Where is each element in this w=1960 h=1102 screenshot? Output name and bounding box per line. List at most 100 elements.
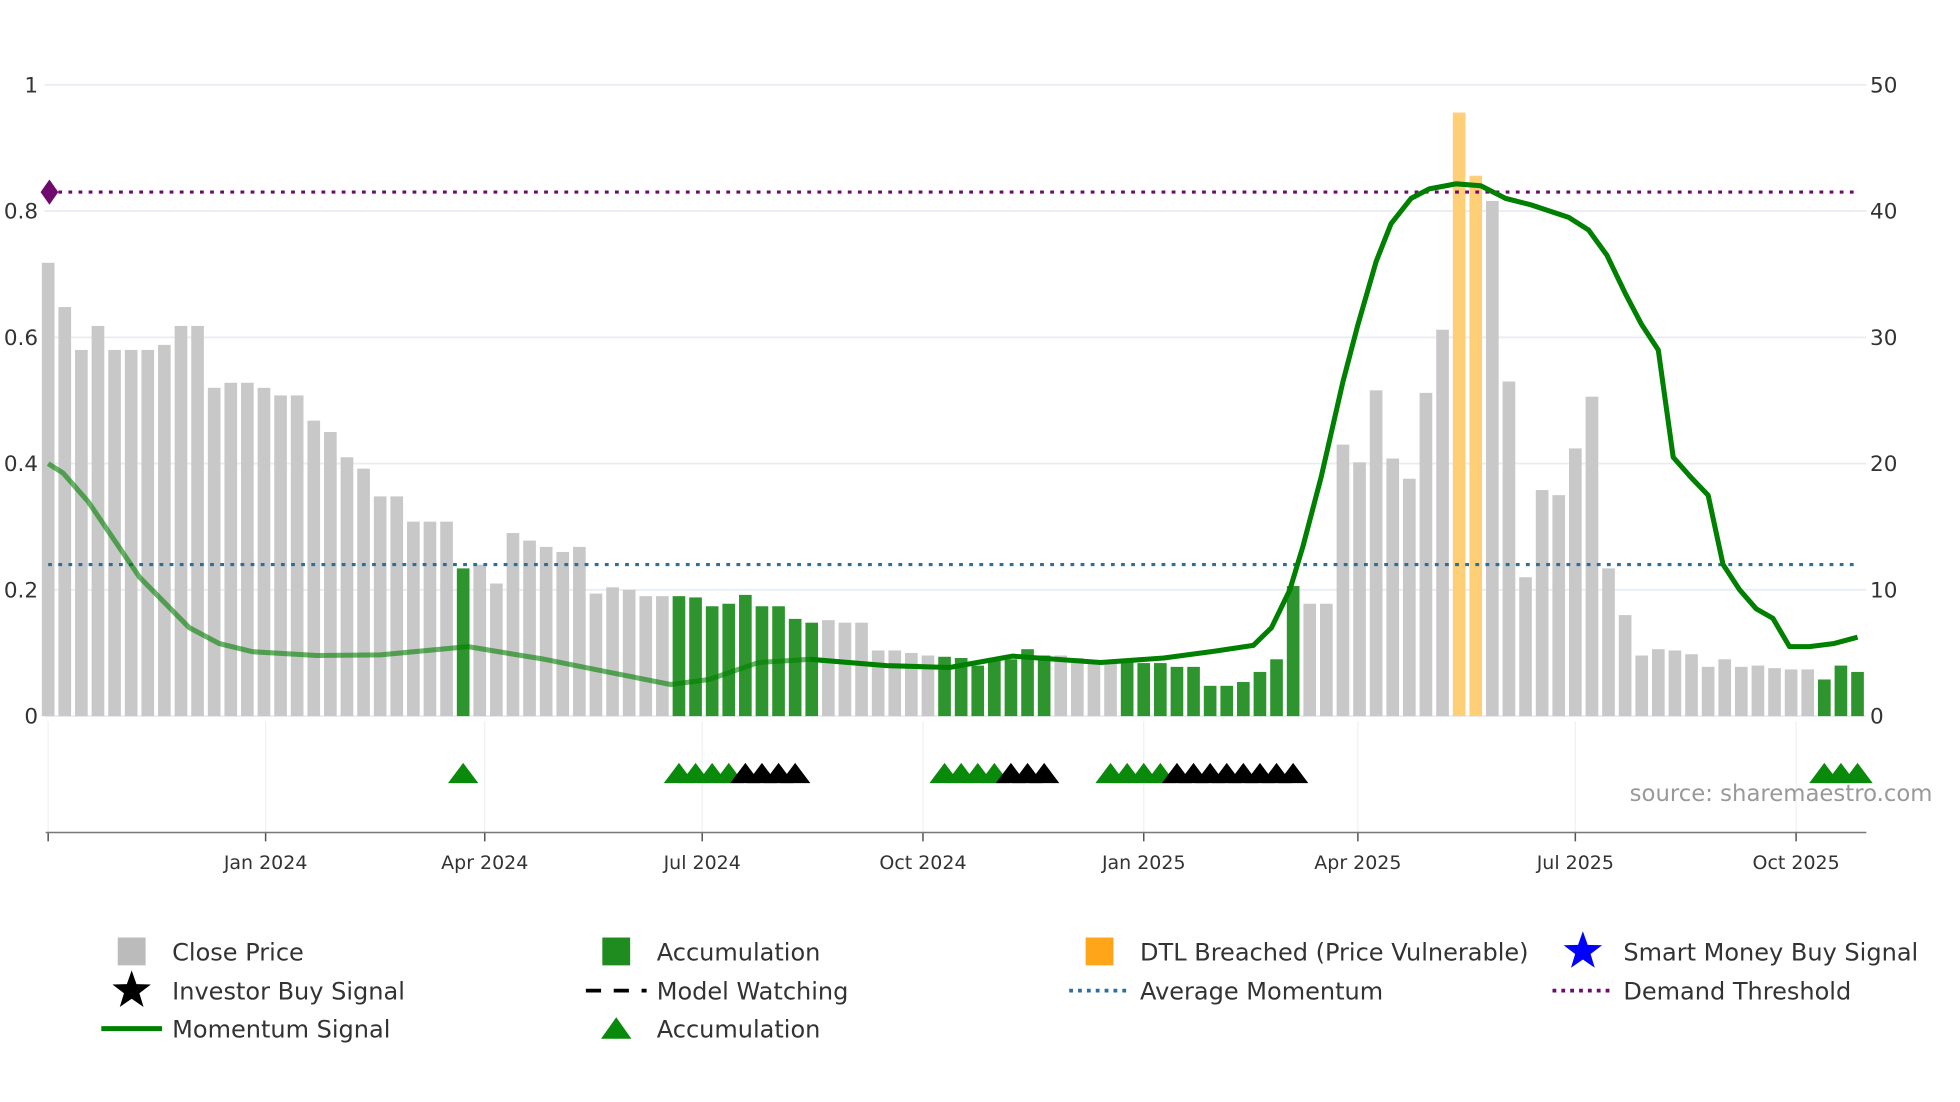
bars [41,112,1864,717]
bar-acc [1154,663,1167,717]
bar-close [1071,658,1084,717]
y-right-tick-label: 30 [1870,326,1897,351]
bar-close [390,496,404,717]
y-left-tick-label: 0 [24,705,38,730]
x-tick-label: Jul 2024 [663,852,741,874]
bar-close [41,262,55,717]
dtl-breached-swatch-icon [1085,937,1114,966]
bar-close [340,457,354,717]
bar-close [1054,655,1068,717]
y-left-tick-label: 0.2 [4,578,38,603]
bar-close [871,650,885,717]
bar-close [523,540,536,717]
bar-close [473,564,487,717]
legend-label: Model Watching [657,978,849,1006]
bar-dtl [1452,112,1466,717]
bar-close [606,587,619,717]
bar-acc [1004,659,1018,717]
bar-close [1801,669,1815,717]
x-tick-label: Jan 2025 [1101,852,1186,874]
bar-close [191,325,204,717]
bar-close [855,622,868,717]
legend-label: DTL Breached (Price Vulnerable) [1140,938,1529,966]
bar-acc [456,568,470,717]
x-tick-label: Apr 2024 [441,852,528,874]
bar-close [589,593,603,717]
legend-label: Accumulation [657,938,821,966]
accumulation-swatch-icon [602,937,631,966]
bar-close [1104,661,1117,717]
bar-close [1369,390,1383,717]
bar-acc [1187,666,1200,717]
bar-close [307,420,321,717]
bar-close [639,596,653,717]
investor-buy-star-icon [112,970,151,1007]
legend-label: Investor Buy Signal [172,978,405,1006]
bar-close [407,521,420,717]
bar-close [1386,458,1400,717]
bar-close [506,533,520,717]
x-tick-label: Jul 2025 [1536,852,1614,874]
smart-money-star-icon [1563,931,1603,968]
bar-close [1087,660,1101,717]
bar-close [1685,654,1698,717]
bar-acc [988,659,1001,717]
bar-close [1652,649,1665,717]
legend-label: Momentum Signal [172,1015,390,1043]
bar-acc [1037,655,1051,717]
bar-close [257,387,271,717]
bar-acc [1120,661,1134,717]
bar-acc [1170,666,1184,717]
bar-close [1320,603,1333,717]
bar-acc [1834,665,1848,717]
bar-close [1336,444,1350,717]
legend: Close Price Accumulation DTL Breached (Pri… [101,931,1918,1043]
bar-close [1535,490,1549,717]
bar-close [290,395,304,717]
bar-close [1552,495,1566,717]
bar-close [622,589,636,717]
bar-close [1701,666,1715,717]
bar-close [1502,381,1516,717]
bar-close [888,650,902,717]
bar-close [423,521,437,717]
bar-close [1419,392,1433,717]
bar-close [58,307,72,717]
bar-acc [1220,685,1234,717]
bar-dtl [1469,175,1483,717]
x-tick-label: Jan 2024 [223,852,308,874]
bar-close [573,546,586,717]
bar-close [274,395,287,717]
bar-close [1569,448,1582,717]
bar-close [207,387,221,717]
x-tick-label: Oct 2025 [1753,852,1840,874]
legend-label: Accumulation [657,1015,821,1043]
bar-acc [1270,659,1283,717]
y-right-tick-label: 50 [1870,73,1897,98]
bar-close [905,652,918,717]
bar-acc [1253,671,1267,717]
bar-close [158,344,171,717]
bar-close [357,468,370,717]
y-right-tick-label: 20 [1870,452,1897,477]
y-left-tick-label: 0.4 [4,452,38,477]
bar-close [1585,396,1599,717]
bar-close [1353,462,1366,717]
bar-close [241,382,254,717]
bar-close [373,496,387,717]
bar-acc [1237,682,1250,717]
bar-acc [739,594,752,717]
y-right-tick-label: 40 [1870,200,1897,225]
source-label: source: sharemaestro.com [1630,781,1933,807]
bar-close [1519,577,1532,717]
bar-acc [1851,671,1864,717]
accumulation-triangle-icon [601,1017,632,1039]
bar-close [1303,603,1317,717]
y-right-tick-label: 10 [1870,578,1897,603]
bar-close [124,349,138,717]
legend-label: Average Momentum [1140,978,1383,1006]
y-axis-right: 0 10 20 30 40 50 [1870,73,1897,729]
y-left-tick-label: 1 [24,73,38,98]
bar-close [1618,615,1632,717]
bar-close [1486,200,1499,717]
